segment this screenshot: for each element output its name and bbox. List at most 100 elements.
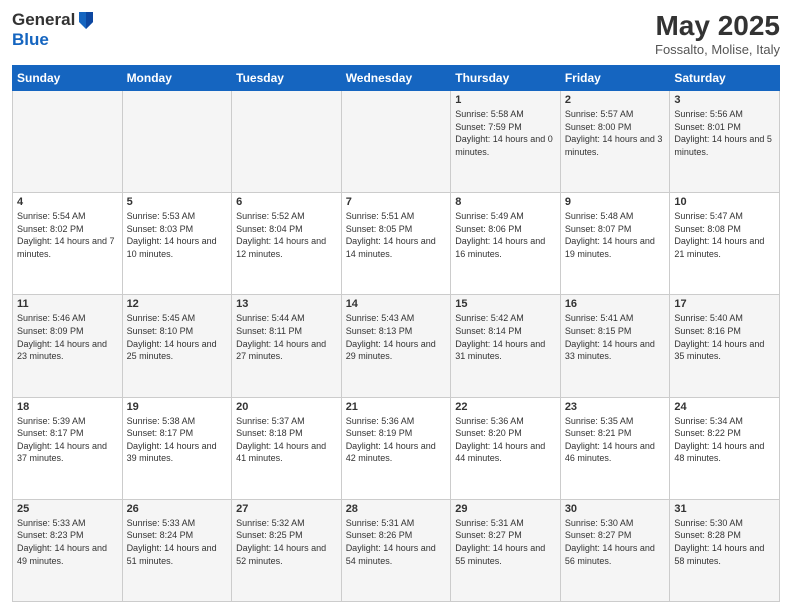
weekday-header-tuesday: Tuesday <box>232 66 342 91</box>
calendar-cell: 24 Sunrise: 5:34 AM Sunset: 8:22 PM Dayli… <box>670 397 780 499</box>
cell-content: Sunrise: 5:46 AM Sunset: 8:09 PM Dayligh… <box>17 312 118 362</box>
cell-content: Sunrise: 5:57 AM Sunset: 8:00 PM Dayligh… <box>565 108 666 158</box>
day-number: 22 <box>455 401 556 413</box>
cell-content: Sunrise: 5:58 AM Sunset: 7:59 PM Dayligh… <box>455 108 556 158</box>
week-row-5: 25 Sunrise: 5:33 AM Sunset: 8:23 PM Dayli… <box>13 499 780 601</box>
logo-blue: Blue <box>12 30 95 50</box>
calendar-cell: 1 Sunrise: 5:58 AM Sunset: 7:59 PM Daylig… <box>451 91 561 193</box>
weekday-header-wednesday: Wednesday <box>341 66 451 91</box>
cell-content: Sunrise: 5:36 AM Sunset: 8:19 PM Dayligh… <box>346 415 447 465</box>
calendar-cell: 5Sunrise: 5:53 AM Sunset: 8:03 PM Daylig… <box>122 193 232 295</box>
cell-content: Sunrise: 5:33 AM Sunset: 8:23 PM Dayligh… <box>17 517 118 567</box>
calendar-cell: 4 Sunrise: 5:54 AM Sunset: 8:02 PM Daylig… <box>13 193 123 295</box>
day-number: 7 <box>346 196 447 208</box>
calendar-cell: 23Sunrise: 5:35 AM Sunset: 8:21 PM Dayli… <box>560 397 670 499</box>
calendar-cell: 15 Sunrise: 5:42 AM Sunset: 8:14 PM Dayli… <box>451 295 561 397</box>
cell-content: Sunrise: 5:43 AM Sunset: 8:13 PM Dayligh… <box>346 312 447 362</box>
cell-content: Sunrise: 5:31 AM Sunset: 8:27 PM Dayligh… <box>455 517 556 567</box>
day-number: 15 <box>455 298 556 310</box>
calendar-cell <box>341 91 451 193</box>
weekday-header-friday: Friday <box>560 66 670 91</box>
day-number: 11 <box>17 298 118 310</box>
cell-content: Sunrise: 5:56 AM Sunset: 8:01 PM Dayligh… <box>674 108 775 158</box>
title-block: May 2025 Fossalto, Molise, Italy <box>655 10 780 57</box>
cell-content: Sunrise: 5:30 AM Sunset: 8:28 PM Dayligh… <box>674 517 775 567</box>
calendar-cell: 14 Sunrise: 5:43 AM Sunset: 8:13 PM Dayli… <box>341 295 451 397</box>
calendar-cell <box>122 91 232 193</box>
calendar-cell: 3 Sunrise: 5:56 AM Sunset: 8:01 PM Daylig… <box>670 91 780 193</box>
cell-content: Sunrise: 5:31 AM Sunset: 8:26 PM Dayligh… <box>346 517 447 567</box>
day-number: 28 <box>346 503 447 515</box>
cell-content: Sunrise: 5:44 AM Sunset: 8:11 PM Dayligh… <box>236 312 337 362</box>
calendar-cell: 19Sunrise: 5:38 AM Sunset: 8:17 PM Dayli… <box>122 397 232 499</box>
day-number: 4 <box>17 196 118 208</box>
day-number: 25 <box>17 503 118 515</box>
calendar-table: SundayMondayTuesdayWednesdayThursdayFrid… <box>12 65 780 602</box>
cell-content: Sunrise: 5:32 AM Sunset: 8:25 PM Dayligh… <box>236 517 337 567</box>
calendar-cell: 9 Sunrise: 5:48 AM Sunset: 8:07 PM Daylig… <box>560 193 670 295</box>
cell-content: Sunrise: 5:33 AM Sunset: 8:24 PM Dayligh… <box>127 517 228 567</box>
cell-content: Sunrise: 5:30 AM Sunset: 8:27 PM Dayligh… <box>565 517 666 567</box>
weekday-header-row: SundayMondayTuesdayWednesdayThursdayFrid… <box>13 66 780 91</box>
calendar-cell: 7 Sunrise: 5:51 AM Sunset: 8:05 PM Daylig… <box>341 193 451 295</box>
calendar-cell: 29 Sunrise: 5:31 AM Sunset: 8:27 PM Dayli… <box>451 499 561 601</box>
day-number: 3 <box>674 94 775 106</box>
day-number: 18 <box>17 401 118 413</box>
logo-general: General <box>12 10 75 30</box>
day-number: 2 <box>565 94 666 106</box>
cell-content: Sunrise: 5:51 AM Sunset: 8:05 PM Dayligh… <box>346 210 447 260</box>
page-header: General Blue May 2025 Fossalto, Molise, … <box>12 10 780 57</box>
week-row-4: 18 Sunrise: 5:39 AM Sunset: 8:17 PM Dayli… <box>13 397 780 499</box>
month-title: May 2025 <box>655 10 780 42</box>
day-number: 16 <box>565 298 666 310</box>
day-number: 17 <box>674 298 775 310</box>
day-number: 29 <box>455 503 556 515</box>
calendar-cell <box>13 91 123 193</box>
calendar-page: General Blue May 2025 Fossalto, Molise, … <box>0 0 792 612</box>
weekday-header-monday: Monday <box>122 66 232 91</box>
day-number: 9 <box>565 196 666 208</box>
day-number: 14 <box>346 298 447 310</box>
day-number: 31 <box>674 503 775 515</box>
calendar-cell <box>232 91 342 193</box>
calendar-cell: 31 Sunrise: 5:30 AM Sunset: 8:28 PM Dayli… <box>670 499 780 601</box>
cell-content: Sunrise: 5:41 AM Sunset: 8:15 PM Dayligh… <box>565 312 666 362</box>
day-number: 19 <box>127 401 228 413</box>
day-number: 1 <box>455 94 556 106</box>
cell-content: Sunrise: 5:54 AM Sunset: 8:02 PM Dayligh… <box>17 210 118 260</box>
weekday-header-thursday: Thursday <box>451 66 561 91</box>
calendar-cell: 8Sunrise: 5:49 AM Sunset: 8:06 PM Daylig… <box>451 193 561 295</box>
day-number: 6 <box>236 196 337 208</box>
cell-content: Sunrise: 5:35 AM Sunset: 8:21 PM Dayligh… <box>565 415 666 465</box>
calendar-cell: 18 Sunrise: 5:39 AM Sunset: 8:17 PM Dayli… <box>13 397 123 499</box>
cell-content: Sunrise: 5:45 AM Sunset: 8:10 PM Dayligh… <box>127 312 228 362</box>
calendar-cell: 30 Sunrise: 5:30 AM Sunset: 8:27 PM Dayli… <box>560 499 670 601</box>
calendar-cell: 25 Sunrise: 5:33 AM Sunset: 8:23 PM Dayli… <box>13 499 123 601</box>
day-number: 21 <box>346 401 447 413</box>
day-number: 24 <box>674 401 775 413</box>
calendar-cell: 20Sunrise: 5:37 AM Sunset: 8:18 PM Dayli… <box>232 397 342 499</box>
calendar-cell: 22 Sunrise: 5:36 AM Sunset: 8:20 PM Dayli… <box>451 397 561 499</box>
day-number: 26 <box>127 503 228 515</box>
day-number: 5 <box>127 196 228 208</box>
cell-content: Sunrise: 5:52 AM Sunset: 8:04 PM Dayligh… <box>236 210 337 260</box>
logo: General Blue <box>12 10 95 50</box>
day-number: 30 <box>565 503 666 515</box>
day-number: 10 <box>674 196 775 208</box>
cell-content: Sunrise: 5:48 AM Sunset: 8:07 PM Dayligh… <box>565 210 666 260</box>
cell-content: Sunrise: 5:34 AM Sunset: 8:22 PM Dayligh… <box>674 415 775 465</box>
week-row-3: 11 Sunrise: 5:46 AM Sunset: 8:09 PM Dayli… <box>13 295 780 397</box>
calendar-cell: 10Sunrise: 5:47 AM Sunset: 8:08 PM Dayli… <box>670 193 780 295</box>
calendar-cell: 17Sunrise: 5:40 AM Sunset: 8:16 PM Dayli… <box>670 295 780 397</box>
day-number: 20 <box>236 401 337 413</box>
day-number: 8 <box>455 196 556 208</box>
day-number: 13 <box>236 298 337 310</box>
calendar-cell: 21 Sunrise: 5:36 AM Sunset: 8:19 PM Dayli… <box>341 397 451 499</box>
cell-content: Sunrise: 5:42 AM Sunset: 8:14 PM Dayligh… <box>455 312 556 362</box>
cell-content: Sunrise: 5:36 AM Sunset: 8:20 PM Dayligh… <box>455 415 556 465</box>
cell-content: Sunrise: 5:39 AM Sunset: 8:17 PM Dayligh… <box>17 415 118 465</box>
week-row-2: 4 Sunrise: 5:54 AM Sunset: 8:02 PM Daylig… <box>13 193 780 295</box>
calendar-cell: 28 Sunrise: 5:31 AM Sunset: 8:26 PM Dayli… <box>341 499 451 601</box>
week-row-1: 1 Sunrise: 5:58 AM Sunset: 7:59 PM Daylig… <box>13 91 780 193</box>
day-number: 27 <box>236 503 337 515</box>
